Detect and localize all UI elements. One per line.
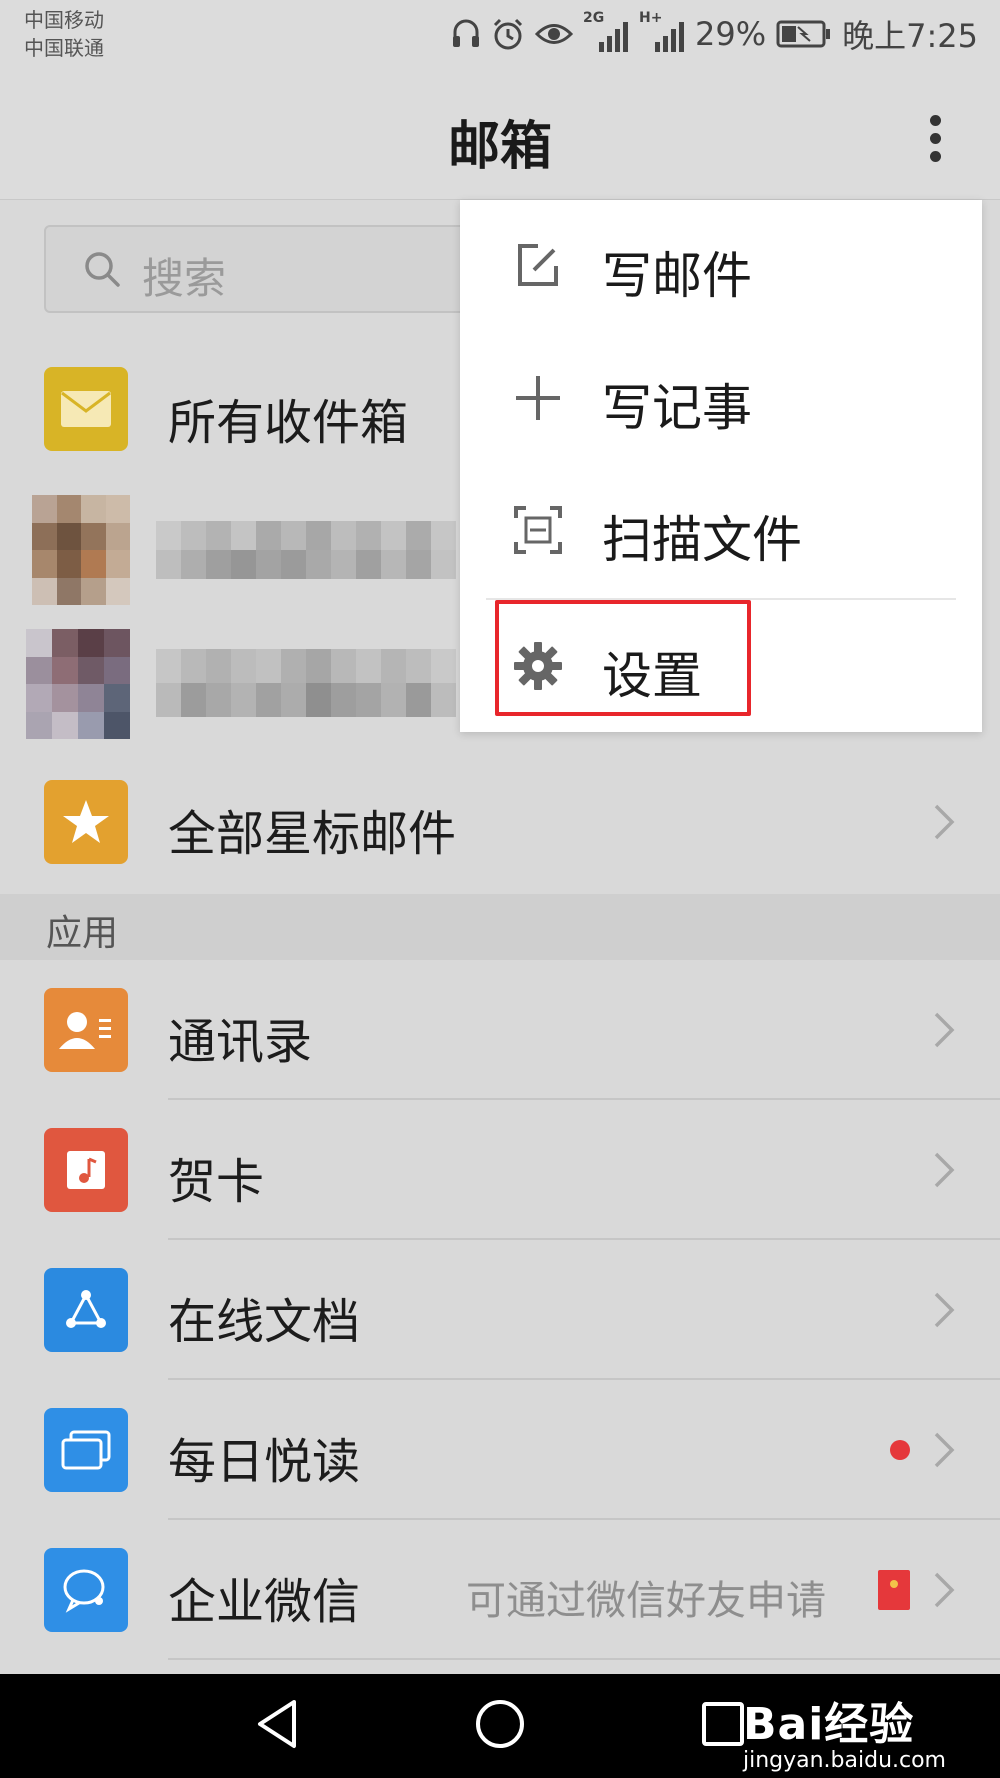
account-name-redacted	[156, 649, 456, 717]
app-label: 每日悦读	[168, 1434, 361, 1490]
highlight-box	[495, 600, 751, 716]
folder-starred[interactable]: 全部星标邮件	[0, 750, 1000, 894]
app-contacts[interactable]: 通讯录	[0, 960, 1000, 1100]
app-hint-text: 可通过微信好友申请	[466, 1578, 826, 1624]
wework-icon	[44, 1548, 128, 1632]
chevron-right-icon	[934, 804, 955, 840]
chevron-right-icon	[934, 1432, 955, 1468]
account-name-redacted	[156, 521, 456, 579]
more-vertical-icon[interactable]	[910, 110, 960, 166]
watermark-brand: Bai经验	[742, 1699, 915, 1750]
headset-icon	[453, 19, 479, 47]
avatar	[32, 495, 130, 605]
menu-item-label: 写邮件	[602, 247, 752, 305]
app-daily-reading[interactable]: 每日悦读	[0, 1380, 1000, 1520]
alarm-icon	[493, 18, 523, 50]
signal-2g: 2G	[583, 10, 629, 52]
account-row-redacted[interactable]	[0, 615, 470, 750]
menu-item-label: 写记事	[602, 379, 752, 437]
compose-icon	[518, 244, 558, 286]
watermark: Bai经验 jingyan.baidu.com	[743, 1688, 946, 1773]
menu-item-scan-file[interactable]: 扫描文件	[460, 464, 982, 596]
plus-icon	[516, 376, 560, 420]
app-greeting-card[interactable]: 贺卡	[0, 1100, 1000, 1240]
page-title: 邮箱	[447, 117, 552, 177]
battery-icon	[776, 20, 831, 48]
app-label: 贺卡	[168, 1154, 265, 1210]
avatar	[26, 629, 130, 739]
folder-label: 所有收件箱	[168, 395, 409, 451]
divider	[168, 1658, 1000, 1660]
search-icon	[85, 252, 120, 287]
signal-bars-icon	[599, 22, 628, 52]
app-online-docs[interactable]: 在线文档	[0, 1240, 1000, 1380]
signal-bars-icon	[655, 22, 684, 52]
carrier-info: 中国移动 中国联通	[24, 6, 104, 62]
app-label: 在线文档	[168, 1294, 361, 1350]
carrier-1: 中国移动	[24, 8, 104, 32]
title-bar: 邮箱	[0, 70, 1000, 200]
chevron-right-icon	[934, 1572, 955, 1608]
app-label: 企业微信	[168, 1574, 361, 1630]
clock: 晚上7:25	[842, 17, 978, 55]
app-label: 通讯录	[168, 1014, 313, 1070]
status-bar: 中国移动 中国联通 2G H+ 29% 晚上7:25	[0, 0, 1000, 70]
eye-icon	[535, 24, 573, 44]
search-placeholder: 搜索	[142, 254, 227, 303]
home-icon[interactable]	[474, 1698, 526, 1750]
menu-item-write-note[interactable]: 写记事	[460, 332, 982, 464]
chevron-right-icon	[934, 1292, 955, 1328]
chevron-right-icon	[934, 1152, 955, 1188]
red-envelope-icon	[878, 1570, 910, 1610]
status-icons: 2G H+ 29% 晚上7:25	[451, 10, 978, 56]
menu-item-compose-mail[interactable]: 写邮件	[460, 200, 982, 332]
envelope-icon	[44, 367, 128, 451]
scan-icon	[514, 506, 562, 554]
watermark-url: jingyan.baidu.com	[742, 1748, 946, 1773]
folder-label: 全部星标邮件	[168, 806, 457, 862]
menu-item-label: 扫描文件	[602, 511, 802, 569]
star-icon	[44, 780, 128, 864]
signal-hplus: H+	[639, 10, 685, 52]
app-wework[interactable]: 企业微信 可通过微信好友申请	[0, 1520, 1000, 1660]
account-row-redacted[interactable]	[0, 485, 470, 615]
unread-dot	[890, 1440, 910, 1460]
reading-icon	[44, 1408, 128, 1492]
contacts-icon	[44, 988, 128, 1072]
section-header-apps: 应用	[0, 894, 1000, 960]
card-icon	[44, 1128, 128, 1212]
document-icon	[44, 1268, 128, 1352]
battery-percent: 29%	[695, 15, 767, 53]
carrier-2: 中国联通	[24, 36, 104, 60]
search-input[interactable]: 搜索	[44, 225, 514, 313]
recents-icon[interactable]	[700, 1698, 746, 1750]
section-title: 应用	[46, 913, 119, 954]
back-icon[interactable]	[254, 1698, 300, 1750]
chevron-right-icon	[934, 1012, 955, 1048]
